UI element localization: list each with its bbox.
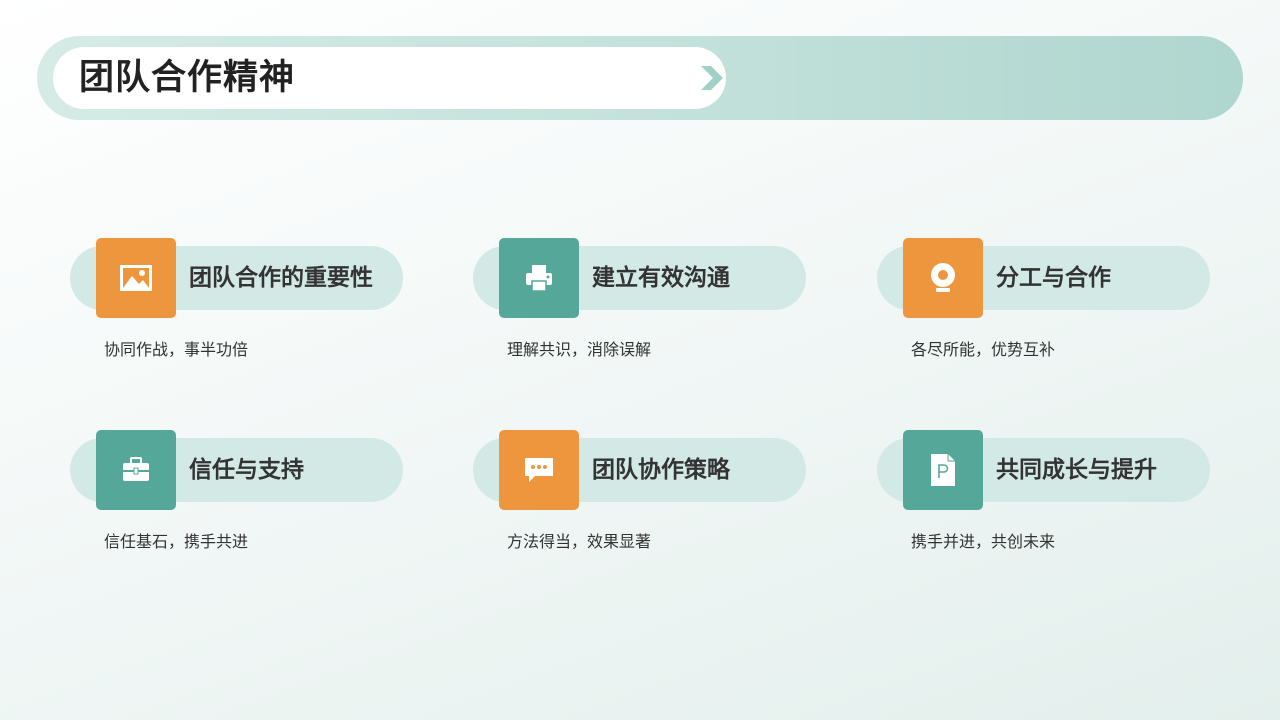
card-icon-box bbox=[903, 430, 983, 510]
card-icon-box bbox=[499, 238, 579, 318]
document-p-icon bbox=[931, 454, 955, 486]
card-common-growth: 共同成长与提升 携手并进，共创未来 bbox=[877, 430, 1222, 560]
card-description: 各尽所能，优势互补 bbox=[911, 340, 1056, 359]
card-title: 分工与合作 bbox=[996, 265, 1111, 291]
card-title: 团队合作的重要性 bbox=[189, 265, 373, 291]
card-icon-box bbox=[499, 430, 579, 510]
title-pill: 团队合作精神 bbox=[53, 47, 726, 109]
card-effective-communication: 建立有效沟通 理解共识，消除误解 bbox=[473, 238, 818, 368]
card-title: 建立有效沟通 bbox=[592, 265, 730, 291]
briefcase-icon bbox=[123, 457, 149, 481]
page-title: 团队合作精神 bbox=[79, 58, 296, 98]
card-title: 信任与支持 bbox=[189, 457, 304, 483]
card-trust-support: 信任与支持 信任基石，携手共进 bbox=[70, 430, 415, 560]
card-teamwork-importance: 团队合作的重要性 协同作战，事半功倍 bbox=[70, 238, 415, 368]
printer-icon bbox=[526, 265, 552, 292]
image-icon bbox=[120, 265, 152, 291]
card-description: 理解共识，消除误解 bbox=[507, 340, 652, 359]
card-icon-box bbox=[96, 430, 176, 510]
chevron-right-icon bbox=[701, 66, 723, 90]
card-icon-box bbox=[903, 238, 983, 318]
card-description: 携手并进，共创未来 bbox=[911, 532, 1056, 551]
card-collaboration-strategy: 团队协作策略 方法得当，效果显著 bbox=[473, 430, 818, 560]
chat-bubble-icon bbox=[525, 458, 553, 482]
title-bar: 团队合作精神 bbox=[37, 36, 1243, 120]
card-division-cooperation: 分工与合作 各尽所能，优势互补 bbox=[877, 238, 1222, 368]
card-description: 协同作战，事半功倍 bbox=[104, 340, 249, 359]
card-title: 共同成长与提升 bbox=[996, 457, 1157, 483]
webcam-icon bbox=[931, 263, 955, 292]
card-description: 信任基石，携手共进 bbox=[104, 532, 249, 551]
card-description: 方法得当，效果显著 bbox=[507, 532, 652, 551]
card-title: 团队协作策略 bbox=[592, 457, 730, 483]
card-icon-box bbox=[96, 238, 176, 318]
